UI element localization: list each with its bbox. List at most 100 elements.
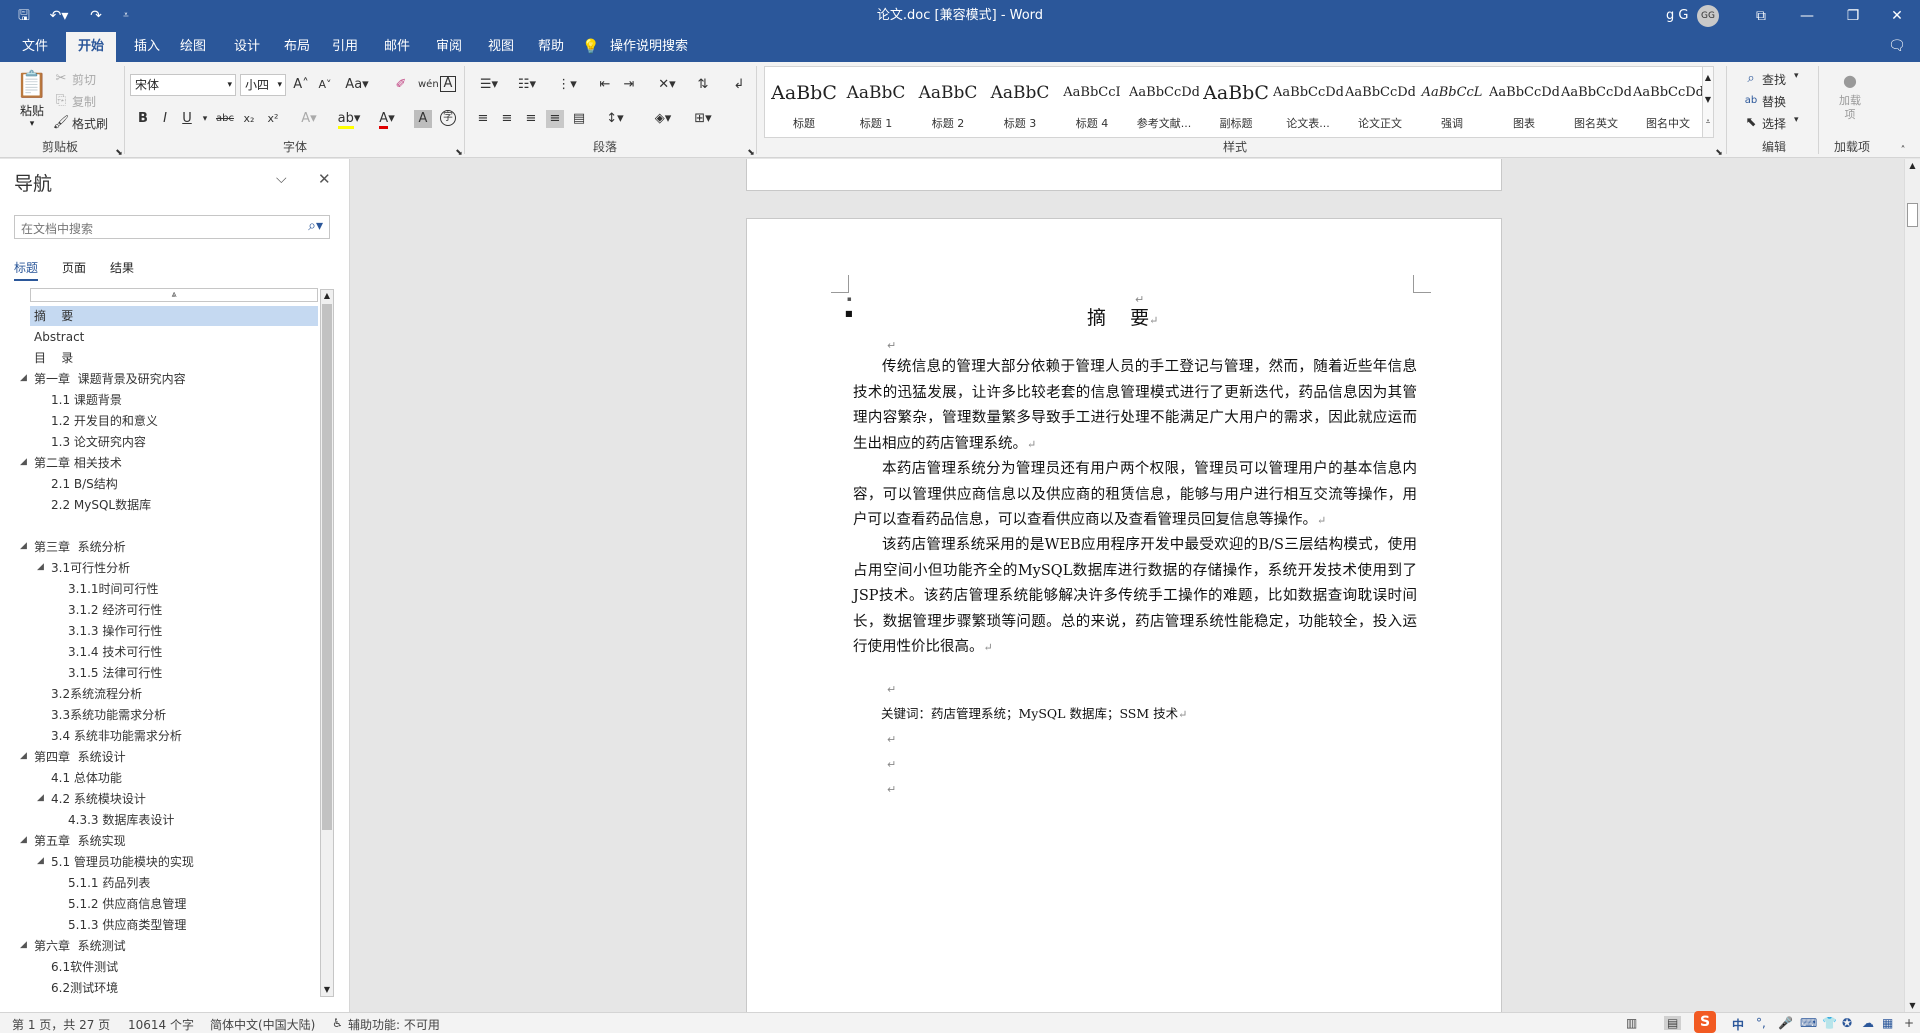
nav-heading-item[interactable]: 2.2 MySQL数据库: [51, 495, 151, 515]
nav-scroll-up-icon[interactable]: ▲: [321, 290, 333, 302]
tab-9[interactable]: 视图: [476, 32, 526, 62]
underline-dropdown-icon[interactable]: ▾: [196, 110, 214, 128]
distributed-icon[interactable]: ▤: [570, 110, 588, 128]
search-icon[interactable]: ⌕▾: [308, 218, 323, 234]
nav-heading-item[interactable]: 3.1.3 操作可行性: [68, 621, 162, 641]
nav-heading-item[interactable]: 3.3系统功能需求分析: [51, 705, 166, 725]
nav-heading-item[interactable]: 第三章 系统分析: [34, 537, 126, 557]
tab-2[interactable]: 插入: [122, 32, 172, 62]
style-tile[interactable]: AaBbCcDdI 参考文献...: [1129, 71, 1199, 141]
nav-tab-1[interactable]: 页面: [62, 259, 86, 279]
nav-heading-item[interactable]: 第一章 课题背景及研究内容: [34, 369, 186, 389]
select-button[interactable]: 选择: [1762, 115, 1786, 132]
close-button[interactable]: ✕: [1874, 0, 1920, 32]
comments-icon[interactable]: 🗨: [1888, 38, 1906, 54]
grow-font-icon[interactable]: A˄: [292, 76, 310, 94]
style-tile[interactable]: AaBbC 标题 2: [913, 71, 983, 141]
style-tile[interactable]: AaBbCcDd 图名英文: [1561, 71, 1631, 141]
cut-button[interactable]: 剪切: [72, 71, 96, 88]
chinese-layout-icon[interactable]: ✕▾: [652, 76, 682, 94]
borders-icon[interactable]: ⊞▾: [688, 110, 718, 128]
style-tile[interactable]: AaBbC 标题 1: [841, 71, 911, 141]
nav-heading-item[interactable]: 4.1 总体功能: [51, 768, 122, 788]
scroll-down-icon[interactable]: ▼: [1905, 1001, 1920, 1010]
nav-heading-item[interactable]: 2.1 B/S结构: [51, 474, 118, 494]
scroll-thumb[interactable]: [1907, 203, 1918, 227]
find-button[interactable]: 查找: [1762, 71, 1786, 88]
ime-menu-icon[interactable]: ▦: [1882, 1016, 1893, 1030]
underline-icon[interactable]: U: [178, 110, 196, 128]
tab-10[interactable]: 帮助: [526, 32, 576, 62]
expand-caret-icon[interactable]: ◢: [37, 793, 44, 803]
numbering-icon[interactable]: ☷▾: [512, 76, 542, 94]
justify-icon[interactable]: ≡: [546, 110, 564, 128]
expand-caret-icon[interactable]: ◢: [20, 751, 27, 761]
nav-heading-item[interactable]: 1.2 开发目的和意义: [51, 411, 158, 431]
increase-indent-icon[interactable]: ⇥: [620, 76, 638, 94]
highlight-icon[interactable]: ab▾: [336, 110, 362, 129]
copy-button[interactable]: 复制: [72, 93, 96, 110]
style-tile[interactable]: AaBbCcDd 论文表...: [1273, 71, 1343, 141]
style-tile[interactable]: AaBbC 副标题: [1201, 71, 1271, 141]
nav-heading-item[interactable]: 1.3 论文研究内容: [51, 432, 146, 452]
tab-3[interactable]: 绘图: [168, 32, 218, 62]
nav-heading-item[interactable]: 6.2测试环境: [51, 978, 118, 998]
cloud-icon[interactable]: ☁: [1862, 1016, 1874, 1030]
multilevel-list-icon[interactable]: ⋮▾: [552, 76, 582, 94]
align-right-icon[interactable]: ≡: [522, 110, 540, 128]
expand-caret-icon[interactable]: ◢: [20, 835, 27, 845]
expand-caret-icon[interactable]: ◢: [20, 457, 27, 467]
shrink-font-icon[interactable]: A˅: [316, 76, 334, 94]
ribbon-display-options-icon[interactable]: ⧉: [1738, 0, 1784, 32]
toolbox-icon[interactable]: ✪: [1842, 1016, 1852, 1030]
style-tile[interactable]: AaBbCcDd 论文正文: [1345, 71, 1415, 141]
font-color-icon[interactable]: A▾: [374, 110, 400, 129]
clear-formatting-icon[interactable]: ✐: [392, 76, 410, 94]
align-left-icon[interactable]: ≡: [474, 110, 492, 128]
line-spacing-icon[interactable]: ↕▾: [600, 110, 630, 128]
nav-tab-0[interactable]: 标题: [14, 259, 39, 281]
nav-heading-item[interactable]: 5.1.1 药品列表: [68, 873, 150, 893]
tab-5[interactable]: 布局: [272, 32, 322, 62]
style-tile[interactable]: AaBbCcL 强调: [1417, 71, 1487, 141]
nav-scroll-down-icon[interactable]: ▼: [321, 984, 333, 996]
format-painter-button[interactable]: 格式刷: [72, 115, 108, 132]
phonetic-guide-icon[interactable]: wén: [418, 76, 439, 94]
minimize-button[interactable]: —: [1784, 0, 1830, 32]
nav-search-input[interactable]: 在文档中搜索 ⌕▾: [14, 215, 330, 239]
collapse-ribbon-icon[interactable]: ˄: [1894, 142, 1912, 160]
nav-heading-item[interactable]: 目 录: [34, 348, 73, 368]
superscript-icon[interactable]: x²: [264, 110, 282, 128]
nav-scrollbar[interactable]: ▲ ▼: [320, 289, 334, 997]
scroll-up-icon[interactable]: ▲: [1905, 161, 1920, 170]
tell-me-search[interactable]: 操作说明搜索: [610, 32, 688, 62]
nav-heading-item[interactable]: 3.1.2 经济可行性: [68, 600, 162, 620]
punctuation-icon[interactable]: °,: [1756, 1016, 1766, 1030]
nav-options-chevron-icon[interactable]: ⌵: [276, 171, 287, 187]
expand-caret-icon[interactable]: ◢: [20, 541, 27, 551]
tab-6[interactable]: 引用: [320, 32, 370, 62]
style-tile[interactable]: AaBbCcI 标题 4: [1057, 71, 1127, 141]
nav-heading-item[interactable]: 第五章 系统实现: [34, 831, 126, 851]
keyboard-icon[interactable]: ⌨: [1800, 1016, 1817, 1030]
nav-heading-item[interactable]: 3.1.1时间可行性: [68, 579, 159, 599]
nav-heading-item[interactable]: Abstract: [34, 327, 84, 347]
style-tile[interactable]: AaBbCcDdI 图名中文: [1633, 71, 1703, 141]
enclose-characters-icon[interactable]: 字: [440, 110, 456, 126]
nav-heading-item[interactable]: 1.1 课题背景: [51, 390, 122, 410]
nav-heading-item[interactable]: 4.3.3 数据库表设计: [68, 810, 174, 830]
show-marks-icon[interactable]: ↲: [730, 76, 748, 94]
change-case-icon[interactable]: Aa▾: [344, 76, 370, 94]
sogou-ime-icon[interactable]: S: [1694, 1011, 1716, 1033]
expand-caret-icon[interactable]: ◢: [20, 940, 27, 950]
nav-close-icon[interactable]: ✕: [318, 170, 331, 188]
nav-heading-item[interactable]: 3.4 系统非功能需求分析: [51, 726, 182, 746]
tab-8[interactable]: 审阅: [424, 32, 474, 62]
nav-heading-item[interactable]: 3.1可行性分析: [51, 558, 130, 578]
nav-heading-item[interactable]: 第四章 系统设计: [34, 747, 126, 767]
undo-icon[interactable]: ↶▾: [46, 6, 72, 26]
redo-icon[interactable]: ↷: [86, 6, 106, 26]
strikethrough-icon[interactable]: abc: [214, 110, 236, 128]
nav-tab-2[interactable]: 结果: [110, 259, 134, 279]
style-tile[interactable]: AaBbC 标题 3: [985, 71, 1055, 141]
